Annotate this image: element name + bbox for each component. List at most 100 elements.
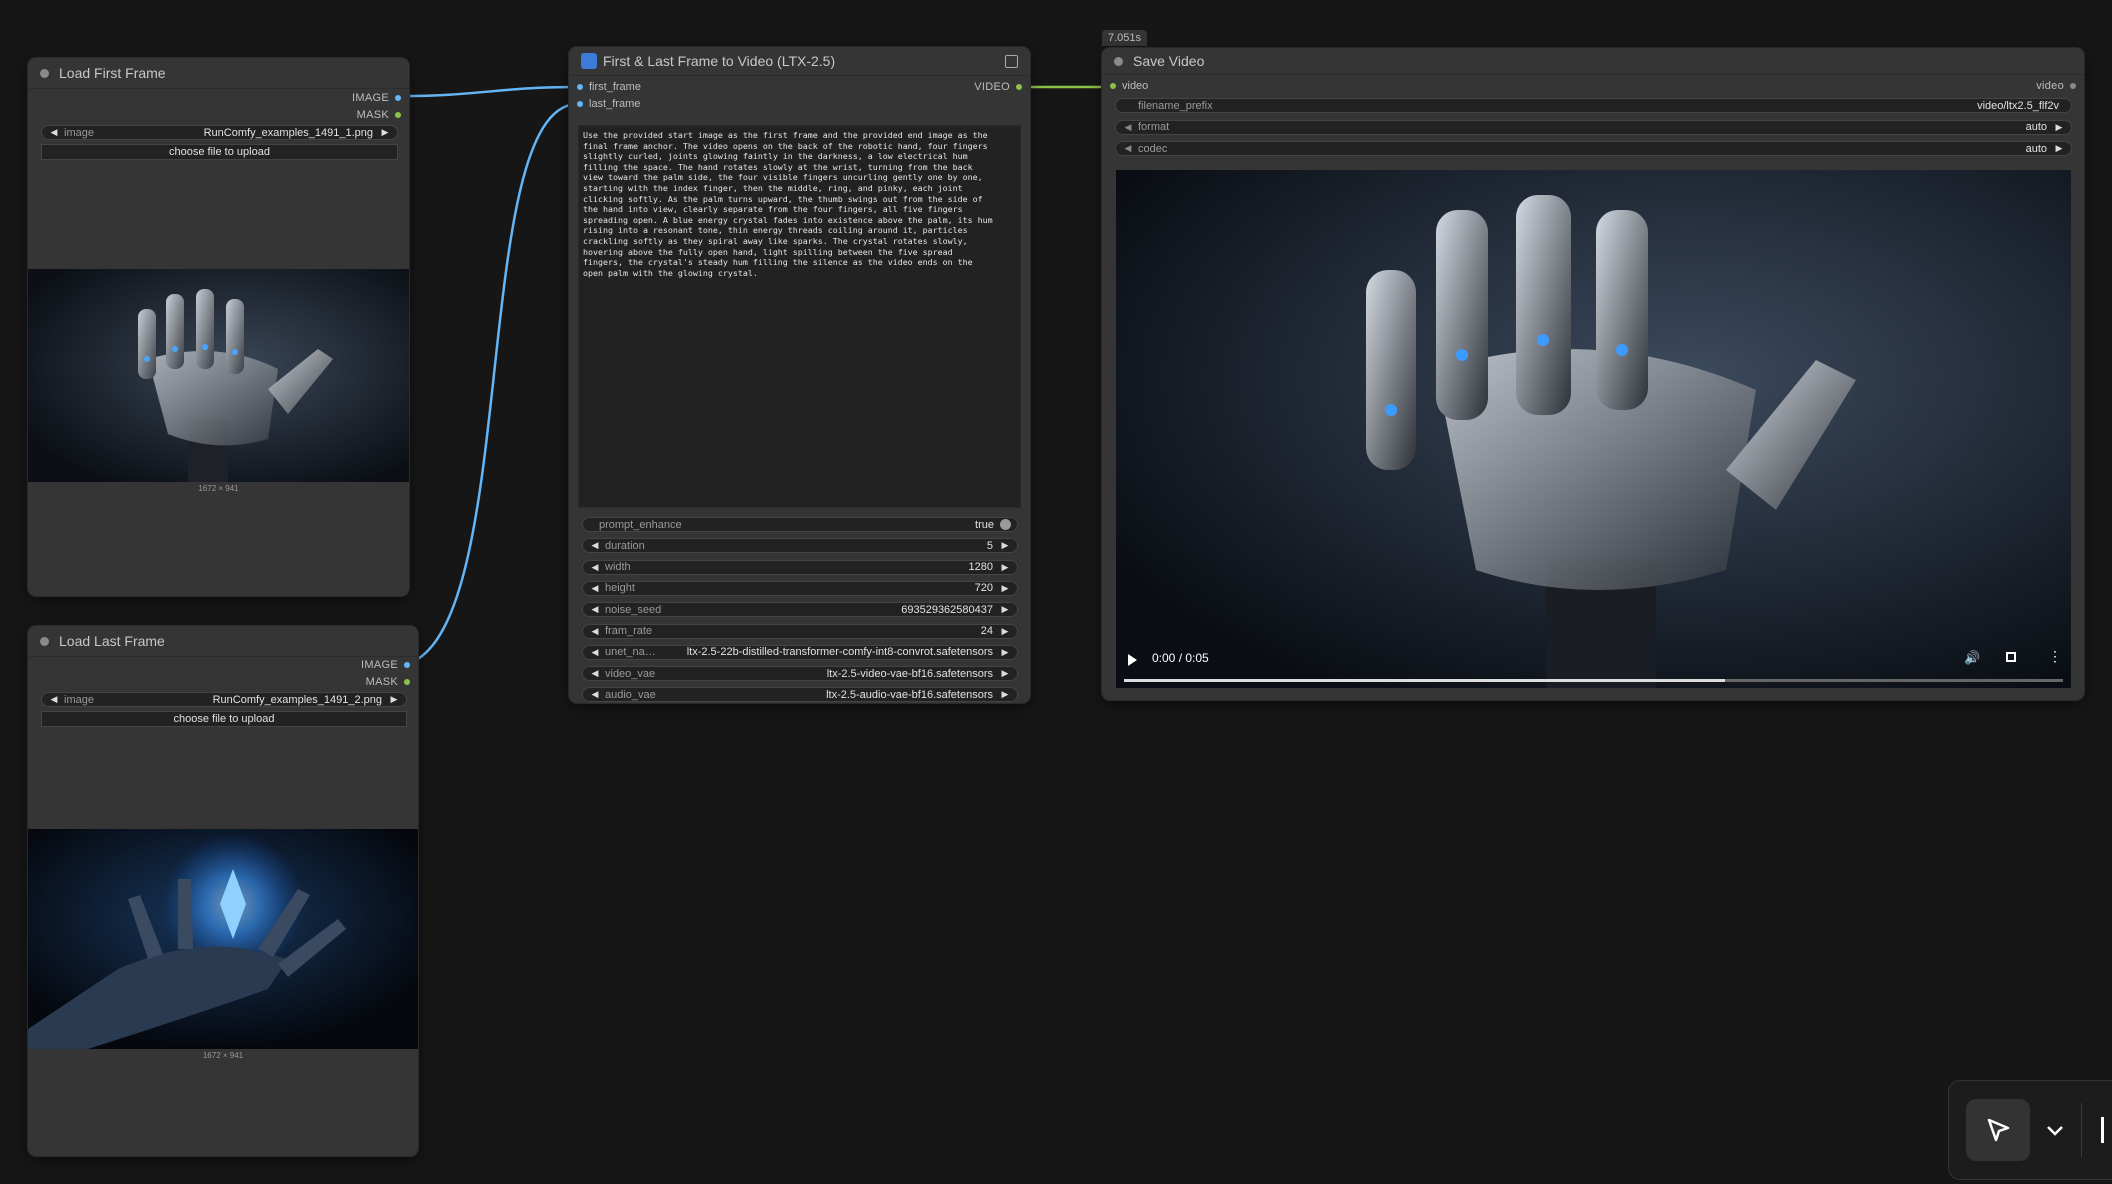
slot-dot-icon[interactable]	[395, 95, 401, 101]
arrow-right-icon[interactable]: ▶	[2053, 122, 2065, 133]
collapse-dot-icon[interactable]	[40, 636, 49, 646]
tool-dropdown-button[interactable]	[2041, 1117, 2069, 1145]
arrow-right-icon[interactable]: ▶	[999, 626, 1011, 637]
image-combo[interactable]: ◀ image RunComfy_examples_1491_2.png ▶	[41, 692, 407, 707]
load-last-frame-node[interactable]: Load Last Frame IMAGE MASK ◀ image RunCo…	[28, 626, 418, 1156]
widget-value: auto	[2025, 142, 2047, 155]
cursor-arrow-icon	[1987, 1118, 2010, 1142]
arrow-left-icon[interactable]: ◀	[589, 562, 601, 573]
arrow-left-icon[interactable]: ◀	[589, 689, 601, 700]
more-icon[interactable]: ⋮	[2048, 648, 2062, 665]
widget-name: image	[64, 126, 94, 139]
collapse-dot-icon[interactable]	[1114, 56, 1123, 66]
widget-value: true	[975, 518, 994, 531]
input-video-slot[interactable]: video	[1110, 80, 1148, 92]
widget-value: ltx-2.5-video-vae-bf16.safetensors	[826, 667, 993, 680]
widget-unet-na-[interactable]: ◀ unet_na… ltx-2.5-22b-distilled-transform…	[582, 644, 1018, 660]
slot-dot-icon[interactable]	[2070, 83, 2076, 89]
slot-dot-icon[interactable]	[395, 112, 401, 118]
arrow-right-icon[interactable]: ▶	[388, 694, 400, 705]
slot-label: MASK	[356, 109, 389, 121]
upload-button[interactable]: choose file to upload	[41, 144, 398, 160]
node-title: Load First Frame	[59, 65, 166, 81]
load-first-frame-node[interactable]: Load First Frame IMAGE MASK ◀ image RunC…	[28, 58, 409, 596]
widget-fram-rate[interactable]: ◀ fram_rate 24 ▶	[582, 623, 1018, 639]
toolbar-divider	[2081, 1103, 2082, 1157]
output-video-slot[interactable]: video	[2036, 80, 2076, 92]
toggle-icon[interactable]	[1000, 519, 1011, 530]
collapse-dot-icon[interactable]	[40, 68, 49, 78]
toolbar-overflow-icon[interactable]	[2101, 1117, 2112, 1143]
slot-dot-icon[interactable]	[404, 679, 410, 685]
arrow-left-icon[interactable]: ◀	[589, 604, 601, 615]
arrow-left-icon[interactable]: ◀	[48, 127, 60, 138]
arrow-left-icon[interactable]: ◀	[589, 626, 601, 637]
widget-filename-prefix[interactable]: filename_prefix video/ltx2.5_flf2v	[1115, 98, 2072, 113]
widget-format[interactable]: ◀ format auto ▶	[1115, 119, 2072, 135]
output-mask-slot[interactable]: MASK	[357, 109, 401, 121]
node-badge-icon	[581, 53, 597, 69]
progress-track[interactable]	[1124, 679, 2063, 682]
input-first-frame-slot[interactable]: first_frame	[577, 81, 641, 93]
output-mask-slot[interactable]: MASK	[366, 676, 410, 688]
node-header[interactable]: Load Last Frame	[28, 626, 418, 657]
arrow-left-icon[interactable]: ◀	[589, 540, 601, 551]
slot-label: video	[1122, 80, 1149, 92]
node-title: First & Last Frame to Video (LTX-2.5)	[603, 53, 836, 69]
volume-icon[interactable]: 🔊	[1964, 650, 1980, 666]
arrow-right-icon[interactable]: ▶	[999, 647, 1011, 658]
arrow-left-icon[interactable]: ◀	[1122, 122, 1134, 133]
node-title: Save Video	[1133, 53, 1205, 69]
time-display: 0:00 / 0:05	[1152, 651, 1209, 665]
video-player[interactable]: 0:00 / 0:05 🔊 ⋮	[1116, 170, 2071, 688]
slot-dot-icon[interactable]	[1110, 83, 1116, 89]
arrow-right-icon[interactable]: ▶	[999, 689, 1011, 700]
image-preview	[28, 829, 418, 1049]
output-image-slot[interactable]: IMAGE	[361, 659, 410, 671]
slot-dot-icon[interactable]	[577, 84, 583, 90]
slot-dot-icon[interactable]	[577, 101, 583, 107]
slot-label: VIDEO	[974, 81, 1010, 93]
arrow-left-icon[interactable]: ◀	[589, 647, 601, 658]
video-frame	[1116, 170, 2071, 688]
widget-prompt-enhance[interactable]: prompt_enhance true	[582, 517, 1018, 532]
arrow-right-icon[interactable]: ▶	[999, 604, 1011, 615]
widget-noise-seed[interactable]: ◀ noise_seed 693529362580437 ▶	[582, 602, 1018, 618]
slot-dot-icon[interactable]	[404, 662, 410, 668]
image-combo[interactable]: ◀ image RunComfy_examples_1491_1.png ▶	[41, 125, 398, 140]
pointer-tool-button[interactable]	[1966, 1099, 2030, 1161]
input-last-frame-slot[interactable]: last_frame	[577, 98, 640, 110]
upload-button[interactable]: choose file to upload	[41, 711, 407, 727]
arrow-right-icon[interactable]: ▶	[999, 562, 1011, 573]
widget-height[interactable]: ◀ height 720 ▶	[582, 580, 1018, 596]
node-header[interactable]: Save Video	[1102, 48, 2084, 75]
arrow-left-icon[interactable]: ◀	[48, 694, 60, 705]
arrow-right-icon[interactable]: ▶	[999, 668, 1011, 679]
fullscreen-icon[interactable]	[2006, 652, 2016, 662]
output-image-slot[interactable]: IMAGE	[352, 92, 401, 104]
play-icon[interactable]	[1128, 654, 1137, 666]
widget-codec[interactable]: ◀ codec auto ▶	[1115, 141, 2072, 156]
arrow-right-icon[interactable]: ▶	[2053, 143, 2065, 154]
arrow-right-icon[interactable]: ▶	[379, 127, 391, 138]
expand-icon[interactable]	[1005, 54, 1018, 68]
save-video-node[interactable]: Save Video video video filename_prefix vi…	[1102, 48, 2084, 700]
arrow-left-icon[interactable]: ◀	[589, 668, 601, 679]
slot-dot-icon[interactable]	[1016, 84, 1022, 90]
widget-video-vae[interactable]: ◀ video_vae ltx-2.5-video-vae-bf16.safeten…	[582, 666, 1018, 682]
arrow-left-icon[interactable]: ◀	[589, 583, 601, 594]
widget-duration[interactable]: ◀ duration 5 ▶	[582, 538, 1018, 554]
output-video-slot[interactable]: VIDEO	[974, 81, 1022, 93]
player-controls: 0:00 / 0:05 🔊 ⋮	[1116, 638, 2071, 688]
widget-width[interactable]: ◀ width 1280 ▶	[582, 559, 1018, 575]
prompt-textarea[interactable]: Use the provided start image as the firs…	[578, 125, 1021, 508]
ltx-video-node[interactable]: First & Last Frame to Video (LTX-2.5) fi…	[569, 47, 1030, 703]
node-header[interactable]: Load First Frame	[28, 58, 409, 89]
arrow-right-icon[interactable]: ▶	[999, 583, 1011, 594]
timing-badge: 7.051s	[1102, 30, 1148, 46]
node-header[interactable]: First & Last Frame to Video (LTX-2.5)	[569, 47, 1030, 76]
widget-audio-vae[interactable]: ◀ audio_vae ltx-2.5-audio-vae-bf16.safeten…	[582, 687, 1018, 703]
arrow-right-icon[interactable]: ▶	[999, 540, 1011, 551]
arrow-left-icon[interactable]: ◀	[1122, 143, 1134, 154]
chevron-down-icon	[2047, 1126, 2063, 1136]
